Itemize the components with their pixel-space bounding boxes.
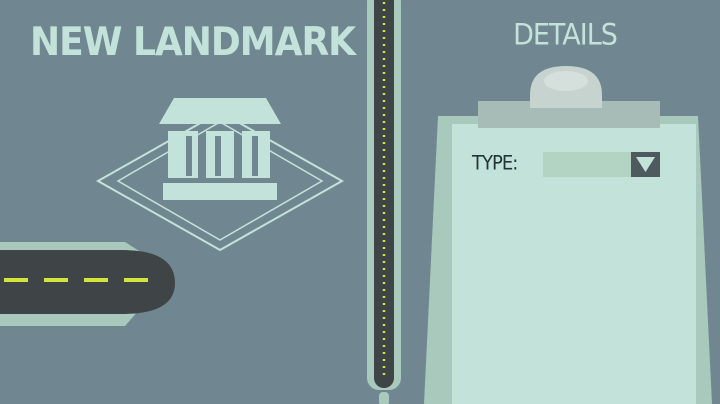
details-clipboard	[424, 66, 712, 404]
type-dropdown[interactable]	[543, 152, 660, 177]
game-scene: NEW LANDMARK DETAILS TYPE:	[0, 0, 720, 404]
road-segment[interactable]	[0, 242, 175, 326]
triangle-down-icon	[636, 157, 655, 172]
details-title: DETAILS	[513, 18, 618, 53]
bank-building-icon	[159, 98, 281, 200]
screen-title: NEW LANDMARK	[30, 20, 356, 66]
vertical-road-divider	[367, 0, 401, 404]
type-dropdown-button[interactable]	[631, 152, 660, 177]
type-label: TYPE:	[472, 152, 518, 176]
